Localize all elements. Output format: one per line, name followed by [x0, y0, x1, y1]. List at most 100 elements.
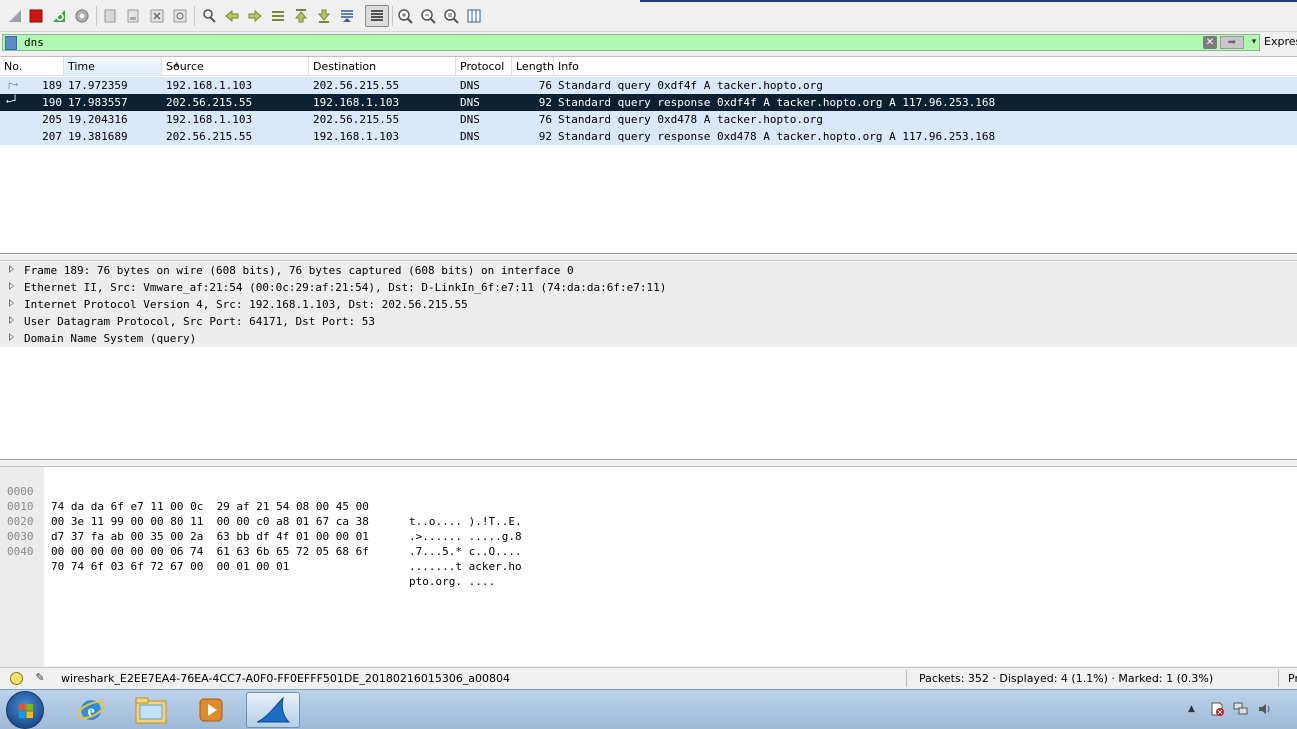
restart-icon[interactable]	[49, 6, 69, 26]
detail-tree-item-ip[interactable]: Internet Protocol Version 4, Src: 192.16…	[0, 296, 1297, 313]
file-explorer-icon[interactable]	[124, 692, 178, 728]
apply-filter-icon[interactable]: ➡	[1220, 36, 1244, 49]
filter-text[interactable]: dns	[24, 36, 44, 49]
bytes-row[interactable]: 0030 00 00 00 00 00 00 06 74 61 63 6b 65…	[0, 514, 522, 573]
packet-no: 190	[42, 96, 62, 109]
bytes-row[interactable]: 0010 00 3e 11 99 00 00 80 11 00 00 c0 a8…	[0, 484, 522, 543]
volume-icon[interactable]	[1257, 702, 1273, 719]
forward-icon[interactable]	[245, 6, 265, 26]
packet-list-header: No. ▲ Time Source Destination Protocol L…	[0, 57, 1297, 76]
packet-row-selected[interactable]: ←┘ 190 17.983557 202.56.215.55 192.168.1…	[0, 94, 1297, 111]
options-icon[interactable]	[72, 6, 92, 26]
packet-row[interactable]: 207 19.381689 202.56.215.55 192.168.1.10…	[0, 128, 1297, 145]
detail-tree-item-ethernet[interactable]: Ethernet II, Src: Vmware_af:21:54 (00:0c…	[0, 279, 1297, 296]
packet-row[interactable]: 205 19.204316 192.168.1.103 202.56.215.5…	[0, 111, 1297, 128]
goto-icon[interactable]	[268, 6, 288, 26]
byte-hex[interactable]: 74 da da 6f e7 11 00 0c 29 af 21 54 08 0…	[51, 499, 369, 514]
column-length[interactable]: Length	[512, 57, 554, 76]
packet-time: 19.381689	[68, 130, 128, 143]
bytes-row[interactable]: 0000 74 da da 6f e7 11 00 0c 29 af 21 54…	[0, 469, 522, 528]
display-filter-input[interactable]: dns ✕ ➡ ▾	[2, 34, 1260, 51]
byte-ascii[interactable]: t..o.... ).!T..E.	[409, 514, 522, 529]
network-icon[interactable]	[1233, 702, 1249, 719]
byte-hex[interactable]: d7 37 fa ab 00 35 00 2a 63 bb df 4f 01 0…	[51, 529, 369, 544]
autoscroll-icon[interactable]	[337, 6, 357, 26]
filter-history-dropdown-icon[interactable]: ▾	[1248, 36, 1260, 49]
open-icon[interactable]	[100, 6, 120, 26]
packet-protocol: DNS	[460, 113, 480, 126]
byte-hex[interactable]: 70 74 6f 03 6f 72 67 00 00 01 00 01	[51, 559, 289, 574]
byte-ascii[interactable]: .7...5.* c..O....	[409, 544, 522, 559]
packet-bytes-pane[interactable]: 0000 74 da da 6f e7 11 00 0c 29 af 21 54…	[0, 466, 1297, 667]
show-hidden-icons-icon[interactable]: ▲	[1188, 704, 1195, 714]
stop-icon[interactable]	[26, 6, 46, 26]
packet-info: Standard query response 0xdf4f A tacker.…	[558, 96, 996, 109]
expression-button[interactable]: Expres	[1264, 35, 1297, 48]
normal-size-icon[interactable]	[441, 6, 461, 26]
main-toolbar	[0, 0, 1297, 32]
reload-icon[interactable]	[170, 6, 190, 26]
detail-tree-item-udp[interactable]: User Datagram Protocol, Src Port: 64171,…	[0, 313, 1297, 330]
column-destination[interactable]: Destination	[309, 57, 456, 76]
packet-length: 76	[538, 113, 552, 126]
packet-info: Standard query 0xdf4f A tacker.hopto.org	[558, 79, 823, 92]
packet-details-pane[interactable]: Frame 189: 76 bytes on wire (608 bits), …	[0, 260, 1297, 460]
column-info[interactable]: Info	[554, 57, 1297, 76]
window-title-edge	[640, 0, 1297, 2]
expand-arrow-icon[interactable]	[9, 333, 14, 341]
packet-info: Standard query 0xd478 A tacker.hopto.org	[558, 113, 823, 126]
clear-filter-icon[interactable]: ✕	[1203, 36, 1217, 49]
packet-source: 192.168.1.103	[166, 79, 253, 92]
colorize-icon[interactable]	[365, 5, 389, 27]
action-center-icon[interactable]	[1210, 702, 1224, 719]
zoom-in-icon[interactable]	[395, 6, 415, 26]
byte-ascii[interactable]: pto.org. ....	[409, 574, 495, 589]
packet-source: 192.168.1.103	[166, 113, 253, 126]
packet-protocol: DNS	[460, 96, 480, 109]
column-no[interactable]: No.	[0, 57, 64, 76]
find-icon[interactable]	[199, 6, 219, 26]
expand-arrow-icon[interactable]	[9, 265, 14, 273]
detail-tree-item-frame[interactable]: Frame 189: 76 bytes on wire (608 bits), …	[0, 262, 1297, 279]
byte-hex[interactable]: 00 00 00 00 00 00 06 74 61 63 6b 65 72 0…	[51, 544, 369, 559]
bytes-row[interactable]: 0020 d7 37 fa ab 00 35 00 2a 63 bb df 4f…	[0, 499, 522, 558]
column-time[interactable]: ▲ Time	[64, 57, 179, 76]
internet-explorer-icon[interactable]: e	[64, 692, 118, 728]
back-icon[interactable]	[222, 6, 242, 26]
first-icon[interactable]	[291, 6, 311, 26]
column-source[interactable]: Source	[162, 57, 309, 76]
save-icon[interactable]	[123, 6, 143, 26]
packet-destination: 192.168.1.103	[313, 130, 400, 143]
close-icon[interactable]	[147, 6, 167, 26]
detail-tree-item-dns[interactable]: Domain Name System (query)	[0, 330, 1297, 347]
wireshark-icon[interactable]	[246, 692, 300, 728]
capture-comment-icon[interactable]: ✎	[33, 671, 47, 685]
bytes-row[interactable]: 0040 70 74 6f 03 6f 72 67 00 00 01 00 01…	[0, 529, 495, 588]
packet-list[interactable]: No. ▲ Time Source Destination Protocol L…	[0, 56, 1297, 254]
expert-info-icon[interactable]	[10, 672, 23, 685]
expand-arrow-icon[interactable]	[9, 282, 14, 290]
shark-fin-start-icon[interactable]	[5, 6, 25, 26]
last-icon[interactable]	[314, 6, 334, 26]
byte-ascii[interactable]: .>...... .....g.8	[409, 529, 522, 544]
detail-text: Ethernet II, Src: Vmware_af:21:54 (00:0c…	[24, 281, 667, 294]
byte-hex[interactable]: 00 3e 11 99 00 00 80 11 00 00 c0 a8 01 6…	[51, 514, 369, 529]
detail-text: Frame 189: 76 bytes on wire (608 bits), …	[24, 264, 574, 277]
packet-length: 76	[538, 79, 552, 92]
byte-ascii[interactable]: .......t acker.ho	[409, 559, 522, 574]
packet-row[interactable]: ┌→ 189 17.972359 192.168.1.103 202.56.21…	[0, 77, 1297, 94]
packet-destination: 202.56.215.55	[313, 79, 400, 92]
column-protocol[interactable]: Protocol	[456, 57, 512, 76]
packet-source: 202.56.215.55	[166, 96, 253, 109]
profile-label[interactable]: Pr	[1288, 672, 1297, 685]
resize-columns-icon[interactable]	[464, 6, 484, 26]
windows-taskbar: e ▲	[0, 689, 1297, 729]
packet-protocol: DNS	[460, 79, 480, 92]
packet-protocol: DNS	[460, 130, 480, 143]
start-button[interactable]	[6, 691, 44, 729]
bookmark-icon[interactable]	[5, 36, 17, 50]
expand-arrow-icon[interactable]	[9, 316, 14, 324]
media-player-icon[interactable]	[184, 692, 238, 728]
zoom-out-icon[interactable]	[418, 6, 438, 26]
expand-arrow-icon[interactable]	[9, 299, 14, 307]
